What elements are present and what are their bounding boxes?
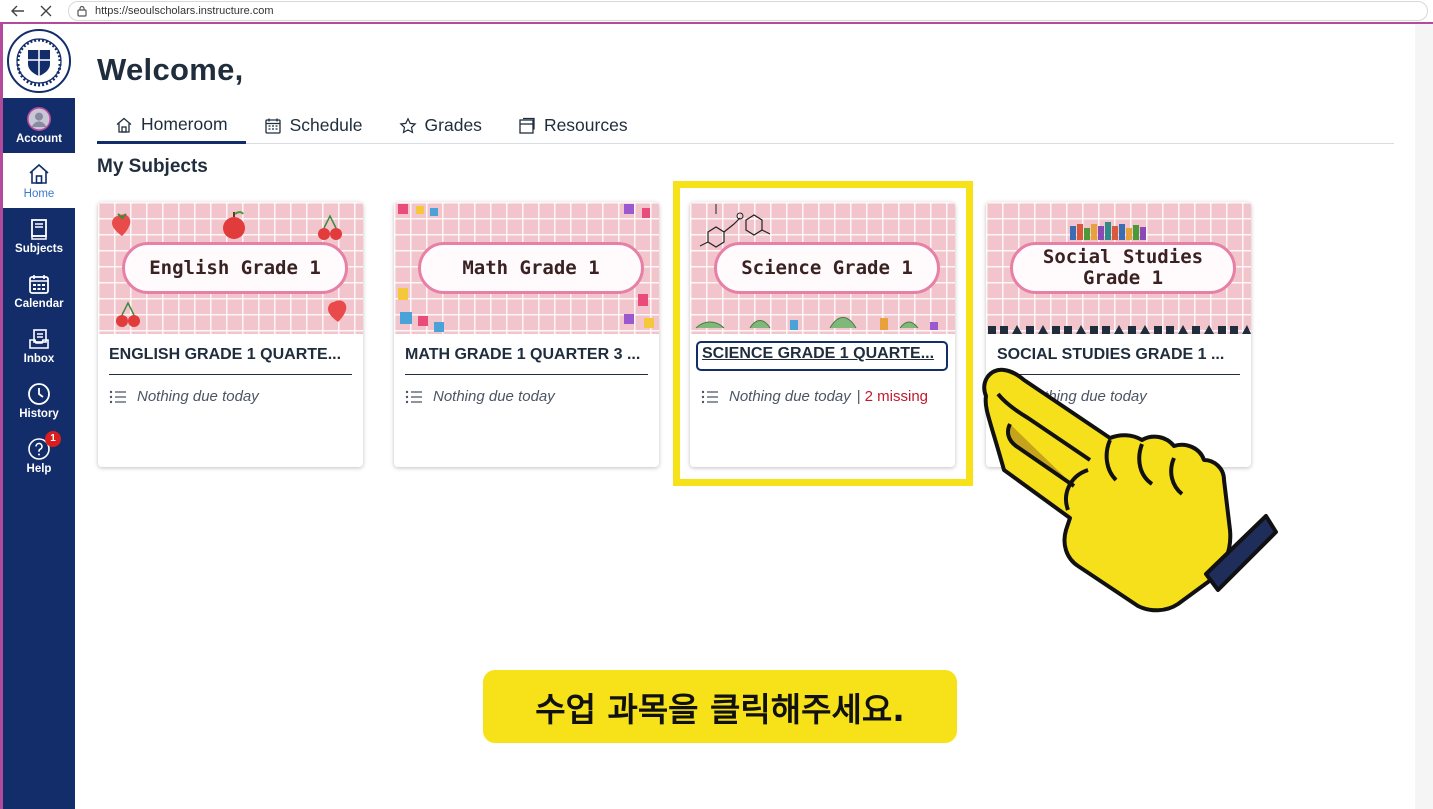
tab-label: Grades [424, 115, 482, 135]
nav-account[interactable]: Account [3, 98, 75, 153]
homeroom-tabs: Homeroom Schedule Grades Resources [97, 108, 1394, 144]
school-seal-icon [7, 29, 71, 93]
list-icon [405, 390, 422, 403]
tab-label: Homeroom [141, 114, 228, 134]
home-icon [115, 116, 133, 134]
calendar-icon [27, 272, 51, 296]
list-icon [109, 390, 126, 403]
nav-history[interactable]: History [3, 373, 75, 428]
course-card-hero[interactable]: English Grade 1 [98, 202, 363, 334]
nav-label: Subjects [15, 242, 63, 255]
status-text: Nothing due today [137, 388, 259, 405]
notification-badge: 1 [45, 430, 61, 447]
inbox-icon [27, 327, 51, 351]
hero-title-line: Grade 1 [1082, 267, 1164, 289]
course-card-title[interactable]: ENGLISH GRADE 1 QUARTE... [109, 346, 352, 375]
course-hero-title: Social Studies Grade 1 [1010, 242, 1236, 294]
nav-inbox[interactable]: Inbox [3, 318, 75, 373]
global-navigation: Account Home Subjects Calendar Inbox His… [3, 24, 75, 809]
section-title: My Subjects [97, 156, 208, 177]
scrollbar[interactable] [1415, 24, 1433, 809]
course-card-status: Nothing due today [405, 388, 555, 405]
tab-schedule[interactable]: Schedule [246, 108, 381, 143]
nav-label: Account [16, 132, 62, 145]
tutorial-highlight-box [673, 181, 973, 486]
tab-label: Schedule [289, 115, 363, 135]
course-card-hero[interactable]: Social Studies Grade 1 [986, 202, 1251, 334]
page-title: Welcome, [97, 52, 244, 87]
nav-calendar[interactable]: Calendar [3, 263, 75, 318]
course-hero-title: English Grade 1 [122, 242, 348, 294]
nav-label: Help [26, 462, 52, 475]
nav-label: Inbox [23, 352, 55, 365]
nav-label: Calendar [14, 297, 64, 310]
course-hero-title: Math Grade 1 [418, 242, 644, 294]
nav-home[interactable]: Home [3, 153, 75, 208]
pointing-hand-icon [982, 367, 1278, 613]
tab-label: Resources [543, 115, 628, 135]
account-avatar-icon [27, 106, 51, 131]
nav-subjects[interactable]: Subjects [3, 208, 75, 263]
address-bar[interactable]: https://seoulscholars.instructure.com [68, 1, 1428, 21]
nav-label: History [19, 407, 59, 420]
hero-title-line: Social Studies [1042, 246, 1204, 268]
tab-grades[interactable]: Grades [381, 108, 500, 143]
course-card-title[interactable]: MATH GRADE 1 QUARTER 3 ... [405, 346, 648, 375]
back-arrow-icon[interactable] [8, 3, 28, 19]
close-icon[interactable] [36, 3, 56, 19]
browser-toolbar: https://seoulscholars.instructure.com [0, 0, 1433, 22]
calendar-grid-icon [264, 117, 282, 135]
school-logo[interactable] [3, 24, 75, 98]
status-text: Nothing due today [433, 388, 555, 405]
tab-resources[interactable]: Resources [500, 108, 646, 143]
question-icon: 1 [27, 430, 61, 461]
course-card-hero[interactable]: Math Grade 1 [394, 202, 659, 334]
lock-icon [77, 5, 89, 17]
home-icon [27, 162, 51, 186]
course-card-status: Nothing due today [109, 388, 259, 405]
nav-help[interactable]: 1 Help [3, 428, 75, 483]
course-card-english[interactable]: English Grade 1 ENGLISH GRADE 1 QUARTE..… [98, 202, 363, 467]
course-card-math[interactable]: Math Grade 1 MATH GRADE 1 QUARTER 3 ... … [394, 202, 659, 467]
url-text: https://seoulscholars.instructure.com [95, 5, 274, 17]
tab-homeroom[interactable]: Homeroom [97, 108, 246, 144]
clock-icon [27, 382, 51, 406]
instruction-banner: 수업 과목을 클릭해주세요. [483, 670, 957, 743]
star-icon [398, 116, 417, 135]
book-icon [27, 217, 51, 241]
document-icon [518, 117, 536, 135]
nav-label: Home [23, 187, 55, 200]
